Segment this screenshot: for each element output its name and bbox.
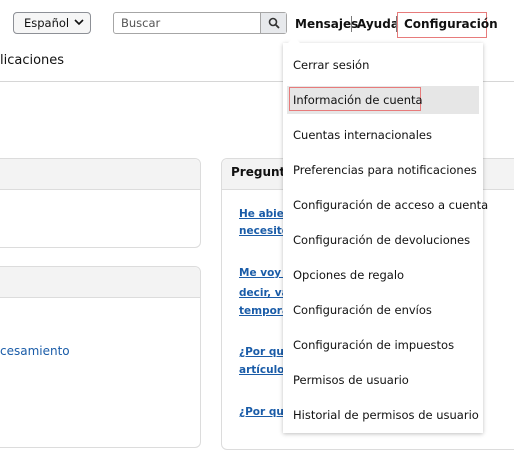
card-header <box>0 159 200 190</box>
language-select[interactable]: Español <box>13 12 91 34</box>
messages-link[interactable]: Mensajes <box>295 17 358 31</box>
search-button[interactable] <box>260 13 286 33</box>
language-select-value: Español <box>24 16 70 30</box>
search-icon <box>268 17 280 29</box>
search-box: Buscar <box>113 12 287 34</box>
settings-dropdown-menu: Cerrar sesión Información de cuenta Cuen… <box>283 37 488 433</box>
menu-caret <box>288 37 300 43</box>
menu-item-account-access[interactable]: Configuración de acceso a cuenta <box>287 191 488 219</box>
page-subtitle: licaciones <box>0 53 65 68</box>
menu-item-gift-options[interactable]: Opciones de regalo <box>287 261 479 289</box>
faq-link[interactable]: decir, va <box>239 284 289 303</box>
menu-item-returns-settings[interactable]: Configuración de devoluciones <box>287 226 479 254</box>
menu-item-shipping-settings[interactable]: Configuración de envíos <box>287 296 479 324</box>
faq-link[interactable]: tempora <box>239 302 289 321</box>
settings-link[interactable]: Configuración <box>397 12 498 38</box>
help-link[interactable]: Ayuda <box>357 17 399 31</box>
menu-item-international-accounts[interactable]: Cuentas internacionales <box>287 121 479 149</box>
menu-item-user-permissions[interactable]: Permisos de usuario <box>287 366 479 394</box>
menu-item-sign-out[interactable]: Cerrar sesión <box>287 51 479 79</box>
chevron-down-icon <box>74 19 84 26</box>
card-header <box>0 267 200 298</box>
search-input[interactable]: Buscar <box>114 13 261 33</box>
left-card-top <box>0 158 201 248</box>
left-card-link[interactable]: cesamiento <box>0 344 70 358</box>
menu-item-tax-settings[interactable]: Configuración de impuestos <box>287 331 479 359</box>
menu-item-notification-preferences[interactable]: Preferencias para notificaciones <box>287 156 479 184</box>
menu-item-account-info[interactable]: Información de cuenta <box>287 86 479 114</box>
link-separator <box>351 16 352 32</box>
